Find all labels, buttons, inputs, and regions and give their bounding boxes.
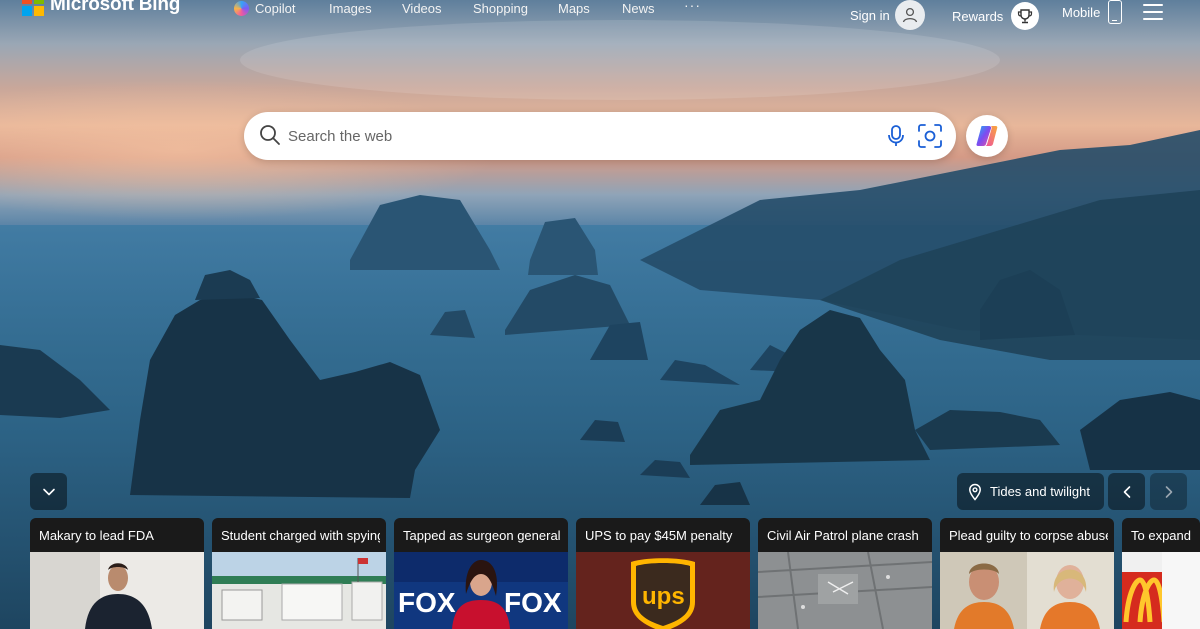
- news-carousel: Makary to lead FDA Student charged with …: [30, 518, 1200, 629]
- news-card-title: Makary to lead FDA: [39, 528, 154, 543]
- hamburger-menu-icon[interactable]: [1143, 4, 1163, 20]
- news-card-title: To expand: [1131, 528, 1191, 543]
- nav-item-images[interactable]: Images: [329, 1, 372, 16]
- news-card-title: Student charged with spying: [221, 528, 380, 543]
- nav-item-news[interactable]: News: [622, 1, 655, 16]
- news-card[interactable]: Student charged with spying: [212, 518, 386, 629]
- news-card-title: UPS to pay $45M penalty: [585, 528, 733, 543]
- copilot-icon: [234, 1, 249, 16]
- rewards-label: Rewards: [952, 8, 1004, 24]
- news-card-image: ups: [576, 552, 750, 629]
- nav-item-maps[interactable]: Maps: [558, 1, 590, 16]
- search-box: [244, 112, 956, 160]
- nav-item-videos[interactable]: Videos: [402, 1, 442, 16]
- top-bar: Microsoft Bing Copilot Images Videos Sho…: [0, 0, 1200, 30]
- previous-image-button[interactable]: [1108, 473, 1145, 510]
- trophy-icon: [1011, 2, 1040, 30]
- news-card-image: FOX FOX: [394, 552, 568, 629]
- avatar-icon: [894, 0, 925, 30]
- mobile-label: Mobile: [1062, 4, 1101, 20]
- news-card[interactable]: Tapped as surgeon general FOX FOX: [394, 518, 568, 629]
- rewards-button[interactable]: Rewards: [952, 2, 1040, 30]
- chevron-left-icon: [1123, 485, 1130, 498]
- search-icon[interactable]: [259, 124, 281, 146]
- news-card-image: [1122, 552, 1200, 629]
- news-card-title: Tapped as surgeon general: [403, 528, 561, 543]
- image-location-label: Tides and twilight: [990, 484, 1090, 499]
- news-card[interactable]: UPS to pay $45M penalty ups: [576, 518, 750, 629]
- microphone-icon[interactable]: [887, 124, 905, 148]
- location-pin-icon: [969, 483, 981, 501]
- nav-item-copilot[interactable]: Copilot: [234, 1, 295, 16]
- mobile-button[interactable]: Mobile: [1062, 0, 1123, 24]
- more-menu-icon[interactable]: ···: [684, 0, 701, 13]
- search-input[interactable]: [288, 122, 858, 150]
- svg-text:FOX: FOX: [504, 587, 562, 618]
- news-card[interactable]: Makary to lead FDA: [30, 518, 204, 629]
- chevron-right-icon: [1165, 485, 1172, 498]
- news-card[interactable]: Civil Air Patrol plane crash: [758, 518, 932, 629]
- nav-item-label: Copilot: [255, 1, 296, 16]
- news-card[interactable]: To expand: [1122, 518, 1200, 629]
- brand-name: Microsoft Bing: [50, 0, 181, 15]
- phone-icon: [1108, 0, 1123, 24]
- svg-text:FOX: FOX: [398, 587, 456, 618]
- next-image-button[interactable]: [1150, 473, 1187, 510]
- svg-text:ups: ups: [642, 583, 685, 610]
- collapse-feed-button[interactable]: [30, 473, 67, 510]
- news-card-title: Civil Air Patrol plane crash: [767, 528, 919, 543]
- bing-logo[interactable]: Microsoft Bing: [22, 0, 180, 16]
- copilot-logo-icon: [976, 126, 998, 146]
- microsoft-logo-icon: [22, 0, 44, 16]
- visual-search-icon[interactable]: [917, 123, 943, 149]
- news-card[interactable]: Plead guilty to corpse abuse: [940, 518, 1114, 629]
- image-location-button[interactable]: Tides and twilight: [957, 473, 1104, 510]
- copilot-button[interactable]: [966, 115, 1008, 157]
- sign-in-label: Sign in: [850, 7, 890, 23]
- sign-in-button[interactable]: Sign in: [850, 0, 925, 30]
- news-card-image: [30, 552, 204, 629]
- news-card-image: [758, 552, 932, 629]
- chevron-down-icon: [42, 488, 55, 495]
- news-card-image: [212, 552, 386, 629]
- news-card-title: Plead guilty to corpse abuse: [949, 528, 1108, 543]
- nav-item-shopping[interactable]: Shopping: [473, 1, 528, 16]
- news-card-image: [940, 552, 1114, 629]
